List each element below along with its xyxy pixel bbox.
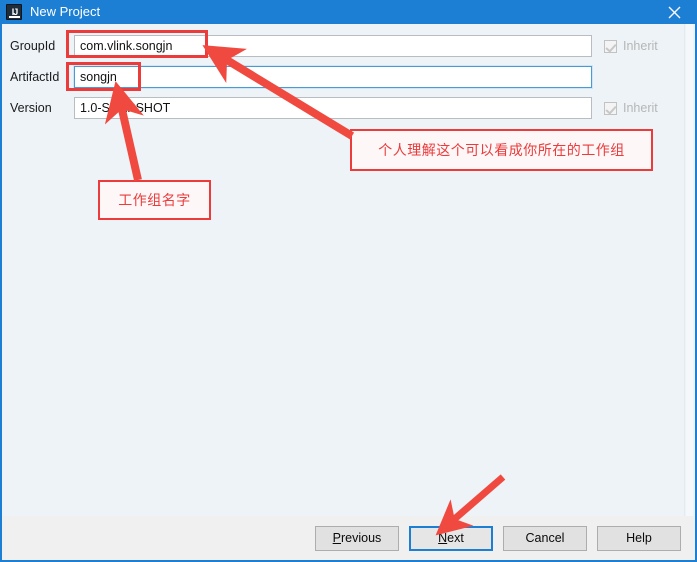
version-inherit-checkbox[interactable]: Inherit — [604, 101, 690, 115]
new-project-dialog: IJ New Project GroupId Inherit — [0, 0, 697, 562]
previous-button[interactable]: Previous — [315, 525, 399, 551]
groupid-label: GroupId — [10, 39, 56, 53]
version-inherit-label: Inherit — [623, 101, 658, 115]
form-row-artifactid: ArtifactId — [10, 65, 690, 89]
dialog-body: GroupId Inherit ArtifactId Version — [0, 24, 697, 562]
scrollbar-thumb[interactable] — [686, 24, 693, 518]
next-button[interactable]: Next — [409, 525, 493, 551]
checkbox-icon[interactable] — [604, 101, 617, 115]
form-row-groupid: GroupId Inherit — [10, 34, 690, 58]
artifactid-input[interactable] — [74, 66, 592, 88]
button-bar: Previous Next Cancel Help — [2, 516, 695, 560]
intellij-idea-icon-bar — [9, 16, 20, 18]
help-button[interactable]: Help — [597, 525, 681, 551]
groupid-inherit-checkbox[interactable]: Inherit — [604, 39, 690, 53]
title-bar: IJ New Project — [0, 0, 697, 24]
form-row-version: Version Inherit — [10, 96, 690, 120]
version-input[interactable] — [74, 97, 592, 119]
cancel-button[interactable]: Cancel — [503, 525, 587, 551]
groupid-inherit-label: Inherit — [623, 39, 658, 53]
next-button-label: ext — [447, 531, 464, 545]
intellij-idea-icon: IJ — [6, 4, 22, 20]
version-label: Version — [10, 101, 52, 115]
vertical-scrollbar[interactable] — [684, 24, 693, 518]
previous-button-label: revious — [341, 531, 382, 545]
close-icon[interactable] — [651, 0, 697, 24]
checkbox-icon[interactable] — [604, 39, 617, 53]
previous-button-mnemonic: P — [332, 531, 342, 545]
artifactid-label: ArtifactId — [10, 70, 60, 84]
window-title: New Project — [30, 4, 101, 19]
content-pane: GroupId Inherit ArtifactId Version — [2, 24, 695, 518]
groupid-input[interactable] — [74, 35, 592, 57]
next-button-mnemonic: N — [438, 531, 448, 545]
